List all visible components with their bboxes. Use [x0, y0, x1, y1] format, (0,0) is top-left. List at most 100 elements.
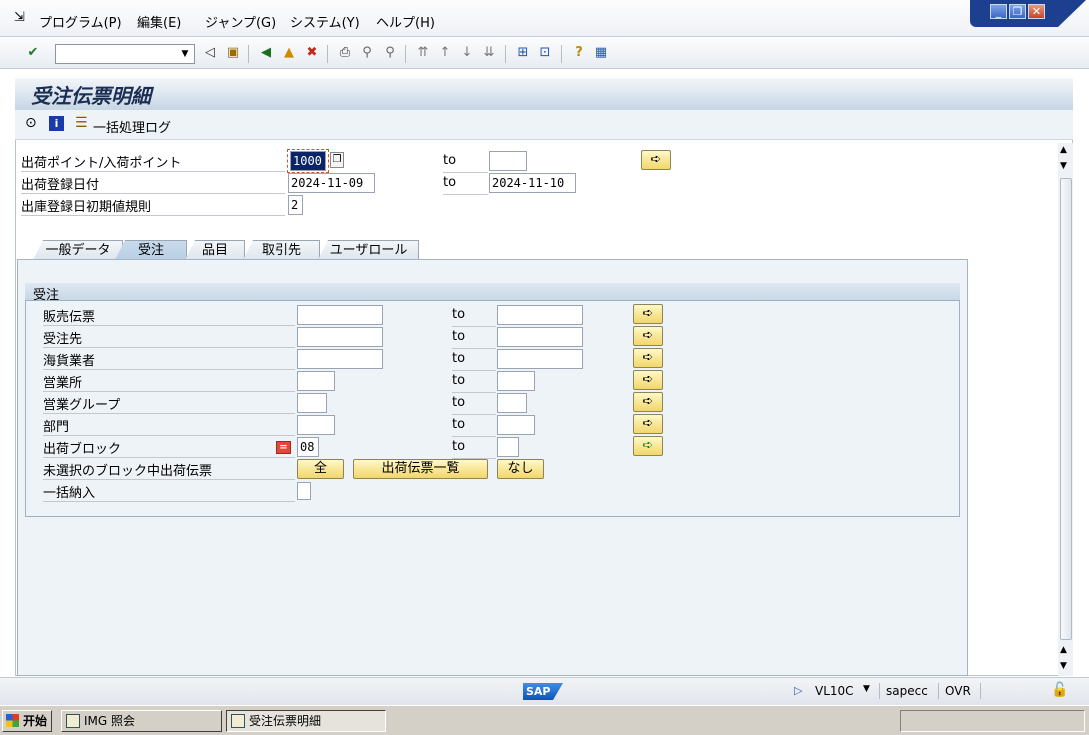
division-from-field[interactable] [297, 415, 335, 435]
previous-page-icon[interactable]: ↑ [436, 44, 454, 62]
tab-material[interactable]: 品目 [185, 240, 245, 260]
tab-general[interactable]: 一般データ [33, 240, 123, 260]
sales-office-label: 営業所 [43, 372, 295, 392]
shipping-point-to-field[interactable] [489, 151, 527, 171]
window-icon [66, 714, 80, 728]
last-page-icon[interactable]: ⇊ [480, 44, 498, 62]
sold-to-from-field[interactable] [297, 327, 383, 347]
play-icon[interactable]: ▷ [794, 684, 802, 697]
group-title: 受注 [33, 288, 60, 303]
multiple-selection-button[interactable]: ➪ [641, 150, 671, 170]
back-icon[interactable]: ◀ [257, 44, 275, 62]
status-divider [980, 683, 981, 699]
find-next-icon[interactable]: ⚲ [381, 44, 399, 62]
default-rule-field[interactable]: 2 [288, 195, 303, 215]
menu-jump[interactable]: ジャンプ(G) [205, 12, 276, 31]
windows-logo-icon [6, 714, 19, 727]
menu-icon[interactable]: ⇲ [14, 10, 25, 25]
delivery-block-to-field[interactable] [497, 437, 519, 457]
unselected-block-label: 未選択のブロック中出荷伝票 [43, 460, 295, 480]
first-page-icon[interactable]: ⇈ [414, 44, 432, 62]
print-icon[interactable]: ⎙ [336, 44, 354, 62]
insert-mode: OVR [945, 684, 971, 698]
restore-button[interactable]: ❐ [1009, 4, 1026, 19]
exclude-equal-icon[interactable]: = [276, 441, 291, 454]
multiple-selection-icon[interactable]: ❐ [330, 152, 344, 168]
chevron-down-icon[interactable]: ▼ [863, 684, 870, 694]
sold-to-to-field[interactable] [497, 327, 583, 347]
toolbar-separator [327, 45, 328, 63]
scroll-thumb[interactable] [1060, 178, 1072, 640]
delivery-date-to-field[interactable]: 2024-11-10 [489, 173, 576, 193]
menu-help[interactable]: ヘルプ(H) [376, 12, 435, 31]
system-toolbar: ✔ ▼ ◁ ▣ ◀ ▲ ✖ ⎙ ⚲ ⚲ ⇈ ↑ ↓ ⇊ ⊞ ⊡ ? ▦ [0, 38, 1089, 69]
batch-log-button[interactable]: 一括処理ログ [93, 117, 171, 136]
sales-office-from-field[interactable] [297, 371, 335, 391]
close-button[interactable]: ✕ [1028, 4, 1045, 19]
find-icon[interactable]: ⚲ [358, 44, 376, 62]
menu-program[interactable]: プログラム(P) [39, 12, 122, 31]
status-divider [879, 683, 880, 699]
division-to-field[interactable] [497, 415, 535, 435]
shipping-point-field[interactable]: 1000 [290, 151, 326, 171]
next-page-icon[interactable]: ↓ [458, 44, 476, 62]
menu-system[interactable]: システム(Y) [290, 12, 360, 31]
enter-check-icon[interactable]: ✔ [24, 44, 42, 62]
scroll-down-icon[interactable]: ▼ [1060, 661, 1067, 671]
shortcut-icon[interactable]: ⊡ [536, 44, 554, 62]
division-multi-button[interactable]: ➪ [633, 414, 663, 434]
delivery-list-button[interactable]: 出荷伝票一覧 [353, 459, 488, 479]
collective-delivery-checkbox[interactable] [297, 482, 311, 500]
forwarder-to-field[interactable] [497, 349, 583, 369]
new-session-icon[interactable]: ⊞ [514, 44, 532, 62]
none-button[interactable]: なし [497, 459, 544, 479]
exit-icon[interactable]: ▲ [280, 44, 298, 62]
forwarder-from-field[interactable] [297, 349, 383, 369]
save-icon[interactable]: ▣ [224, 44, 242, 62]
command-field[interactable]: ▼ [55, 44, 195, 64]
sales-group-from-field[interactable] [297, 393, 327, 413]
sales-group-multi-button[interactable]: ➪ [633, 392, 663, 412]
sales-office-multi-button[interactable]: ➪ [633, 370, 663, 390]
start-button[interactable]: 开始 [2, 710, 52, 732]
delivery-block-label: 出荷ブロック [43, 438, 295, 458]
tab-user-role[interactable]: ユーザロール [318, 240, 419, 260]
toolbar-separator [561, 45, 562, 63]
menu-bar: ⇲ プログラム(P) 編集(E) ジャンプ(G) システム(Y) ヘルプ(H) [0, 0, 1089, 37]
cancel-icon[interactable]: ✖ [303, 44, 321, 62]
sales-office-to-field[interactable] [497, 371, 535, 391]
layout-icon[interactable]: ▦ [592, 44, 610, 62]
all-button[interactable]: 全 [297, 459, 344, 479]
forwarder-multi-button[interactable]: ➪ [633, 348, 663, 368]
page-down-icon[interactable]: ▲ [1060, 645, 1067, 655]
sales-group-to-field[interactable] [497, 393, 527, 413]
to-label: to [452, 351, 496, 371]
tab-sales-order[interactable]: 受注 [115, 240, 187, 260]
collective-delivery-label: 一括納入 [43, 482, 295, 502]
menu-edit[interactable]: 編集(E) [137, 12, 181, 31]
page-title: 受注伝票明細 [31, 84, 151, 108]
delivery-block-from-field[interactable]: 08 [297, 437, 319, 457]
taskbar-item-img[interactable]: IMG 照会 [61, 710, 222, 732]
page-up-icon[interactable]: ▼ [1060, 161, 1067, 171]
info-icon[interactable]: i [49, 116, 64, 131]
delivery-block-multi-button[interactable]: ➪ [633, 436, 663, 456]
log-icon[interactable]: ☰ [75, 115, 88, 131]
delivery-date-field[interactable]: 2024-11-09 [288, 173, 375, 193]
execute-icon[interactable]: ⊙ [25, 115, 37, 131]
lock-icon[interactable]: 🔓 [1051, 682, 1068, 698]
minimize-button[interactable]: _ [990, 4, 1007, 19]
taskbar-item-order[interactable]: 受注伝票明細 [226, 710, 386, 732]
back-arrow-icon[interactable]: ◁ [201, 44, 219, 62]
to-label: to [452, 395, 496, 415]
to-label: to [443, 153, 488, 173]
scroll-up-icon[interactable]: ▲ [1060, 145, 1067, 155]
sold-to-multi-button[interactable]: ➪ [633, 326, 663, 346]
help-icon[interactable]: ? [570, 44, 588, 62]
chevron-down-icon[interactable]: ▼ [178, 46, 192, 62]
tab-partner[interactable]: 取引先 [243, 240, 320, 260]
sales-document-from-field[interactable] [297, 305, 383, 325]
sales-document-multi-button[interactable]: ➪ [633, 304, 663, 324]
sales-document-to-field[interactable] [497, 305, 583, 325]
window-icon [231, 714, 245, 728]
